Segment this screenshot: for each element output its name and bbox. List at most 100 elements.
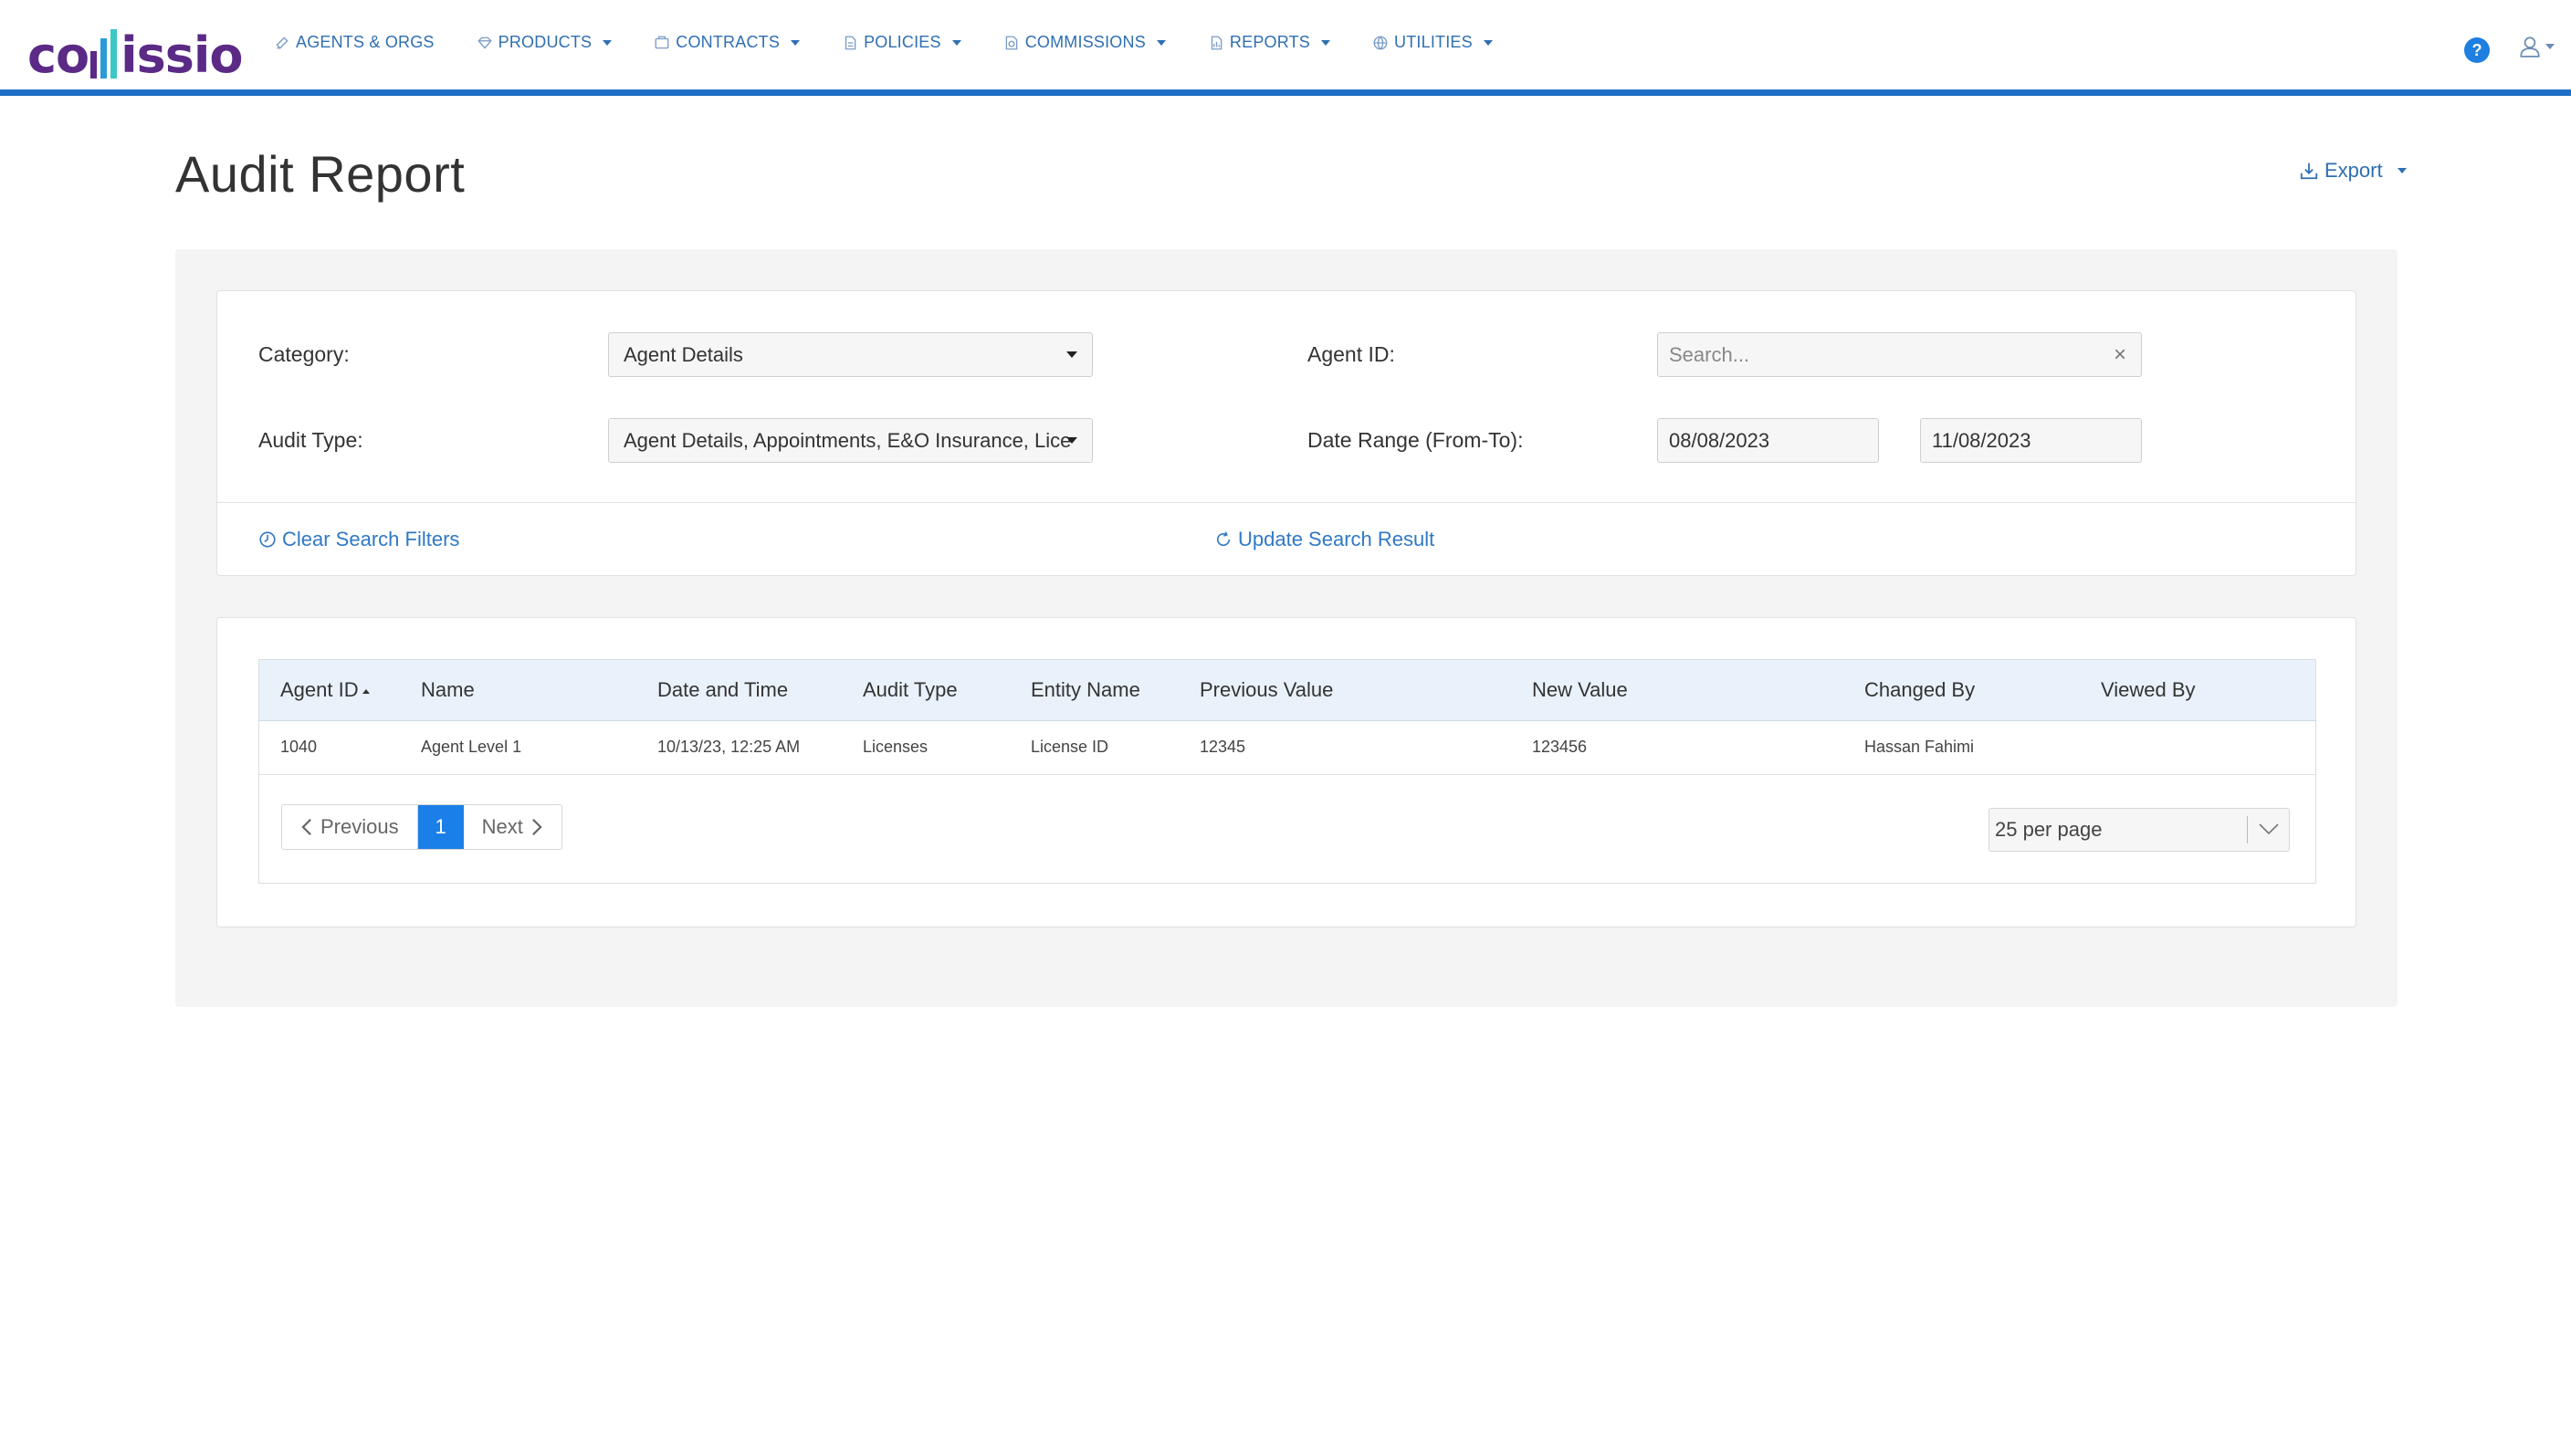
export-label: Export (2324, 159, 2383, 182)
chevron-down-icon (1321, 39, 1331, 46)
policies-icon (845, 36, 856, 49)
chevron-down-icon (1066, 351, 1077, 358)
clear-search-filters-link[interactable]: Clear Search Filters (258, 528, 459, 551)
pagination: Previous 1 Next (281, 804, 562, 850)
audit-table: Agent ID Name Date and Time Audit Type E… (258, 659, 2316, 884)
refresh-icon (1216, 531, 1231, 547)
cell-agent-id: 1040 (280, 738, 318, 756)
nav-contracts-label: CONTRACTS (676, 33, 781, 51)
logo-text-right: issio (121, 26, 243, 84)
update-search-result-label: Update Search Result (1238, 528, 1435, 550)
chevron-down-icon (2397, 168, 2407, 173)
column-header-label: Agent ID (280, 678, 359, 701)
category-value: Agent Details (624, 342, 743, 366)
per-page-select[interactable]: 25 per page (1989, 808, 2290, 852)
column-header-previous-value[interactable]: Previous Value (1200, 678, 1333, 702)
export-button[interactable]: Export (2299, 159, 2407, 183)
user-menu[interactable] (2518, 35, 2555, 58)
contracts-icon (655, 36, 669, 48)
date-range-label: Date Range (From-To): (1307, 428, 1524, 452)
agents-icon (276, 36, 289, 49)
nav-policies-label: POLICIES (864, 33, 941, 51)
column-header-audit-type[interactable]: Audit Type (863, 678, 958, 702)
update-search-result-link[interactable]: Update Search Result (1214, 528, 1434, 551)
user-icon (2520, 37, 2540, 58)
table-row[interactable]: 1040 Agent Level 1 10/13/23, 12:25 AM Li… (259, 721, 2315, 775)
help-icon[interactable]: ? (2464, 37, 2490, 63)
column-header-agent-id[interactable]: Agent ID (280, 678, 370, 702)
per-page-value: 25 per page (1995, 818, 2103, 841)
page-number-current[interactable]: 1 (417, 805, 464, 849)
cell-new-value: 123456 (1532, 738, 1588, 756)
audit-type-value: Agent Details, Appointments, E&O Insuran… (624, 428, 1072, 452)
report-panel: Category: Agent Details Agent ID: Search… (175, 249, 2398, 1007)
download-icon (2300, 162, 2318, 180)
chevron-down-icon (1483, 39, 1493, 46)
category-select[interactable]: Agent Details (608, 332, 1093, 377)
main-nav: AGENTS & ORGS PRODUCTS CONTRACTS POLICIE… (274, 33, 1493, 52)
utilities-icon (1373, 36, 1388, 49)
logo-bars-icon (90, 29, 118, 79)
nav-reports-label: REPORTS (1229, 33, 1311, 51)
nav-utilities[interactable]: UTILITIES (1372, 33, 1493, 52)
previous-label: Previous (320, 815, 399, 838)
date-to-value: 11/08/2023 (1932, 428, 2031, 452)
results-card: Agent ID Name Date and Time Audit Type E… (216, 617, 2356, 927)
cell-previous-value: 12345 (1200, 738, 1246, 756)
filter-card: Category: Agent Details Agent ID: Search… (216, 290, 2356, 576)
nav-commissions[interactable]: COMMISSIONS (1003, 33, 1166, 52)
date-to-input[interactable]: 11/08/2023 (1920, 418, 2142, 463)
nav-policies[interactable]: POLICIES (842, 33, 961, 52)
column-header-date-time[interactable]: Date and Time (657, 678, 788, 702)
next-label: Next (481, 815, 523, 838)
agent-id-search-input[interactable]: Search... × (1657, 332, 2142, 377)
divider (2247, 816, 2248, 843)
date-from-input[interactable]: 08/08/2023 (1657, 418, 1879, 463)
nav-utilities-label: UTILITIES (1394, 33, 1473, 51)
category-label: Category: (258, 342, 350, 366)
chevron-down-icon (603, 39, 613, 46)
logo-text-left: co (27, 26, 89, 84)
nav-products[interactable]: PRODUCTS (477, 33, 613, 52)
cell-date-time: 10/13/23, 12:25 AM (657, 738, 801, 756)
agent-id-label: Agent ID: (1307, 342, 1395, 366)
chevron-down-icon (2259, 823, 2279, 835)
top-navbar: co issio AGENTS & ORGS PRODUCTS CONTRACT… (0, 0, 2571, 96)
chevron-down-icon (791, 39, 801, 46)
clear-search-filters-label: Clear Search Filters (282, 528, 460, 550)
next-page-button[interactable]: Next (463, 805, 561, 849)
cell-name: Agent Level 1 (421, 738, 522, 756)
previous-page-button[interactable]: Previous (282, 805, 418, 849)
cell-changed-by: Hassan Fahimi (1864, 738, 1975, 756)
audit-type-select[interactable]: Agent Details, Appointments, E&O Insuran… (608, 418, 1093, 463)
column-header-new-value[interactable]: New Value (1532, 678, 1628, 702)
reports-icon (1211, 36, 1223, 49)
nav-products-label: PRODUCTS (498, 33, 593, 51)
chevron-down-icon (1156, 39, 1166, 46)
cell-entity-name: License ID (1031, 738, 1109, 756)
chevron-left-icon (301, 818, 311, 836)
nav-agents-orgs[interactable]: AGENTS & ORGS (274, 33, 435, 52)
agent-id-placeholder: Search... (1669, 342, 1750, 366)
clear-filter-icon (259, 531, 276, 548)
divider (217, 502, 2356, 503)
commissio-logo[interactable]: co issio (27, 20, 244, 84)
nav-reports[interactable]: REPORTS (1208, 33, 1331, 52)
chevron-down-icon (1066, 437, 1077, 444)
chevron-right-icon (531, 818, 542, 836)
chevron-down-icon (951, 39, 961, 46)
nav-contracts[interactable]: CONTRACTS (654, 33, 801, 52)
column-header-entity-name[interactable]: Entity Name (1031, 678, 1140, 702)
commissions-icon (1005, 36, 1018, 49)
column-header-name[interactable]: Name (421, 678, 475, 702)
column-header-viewed-by[interactable]: Viewed By (2101, 678, 2196, 702)
column-header-changed-by[interactable]: Changed By (1864, 678, 1975, 702)
table-header: Agent ID Name Date and Time Audit Type E… (259, 660, 2315, 721)
audit-type-label: Audit Type: (258, 428, 363, 452)
cell-audit-type: Licenses (863, 738, 929, 756)
sort-ascending-icon (362, 688, 370, 694)
date-from-value: 08/08/2023 (1669, 428, 1770, 452)
close-icon[interactable]: × (2114, 342, 2126, 368)
nav-commissions-label: COMMISSIONS (1024, 33, 1146, 51)
products-icon (477, 37, 492, 49)
